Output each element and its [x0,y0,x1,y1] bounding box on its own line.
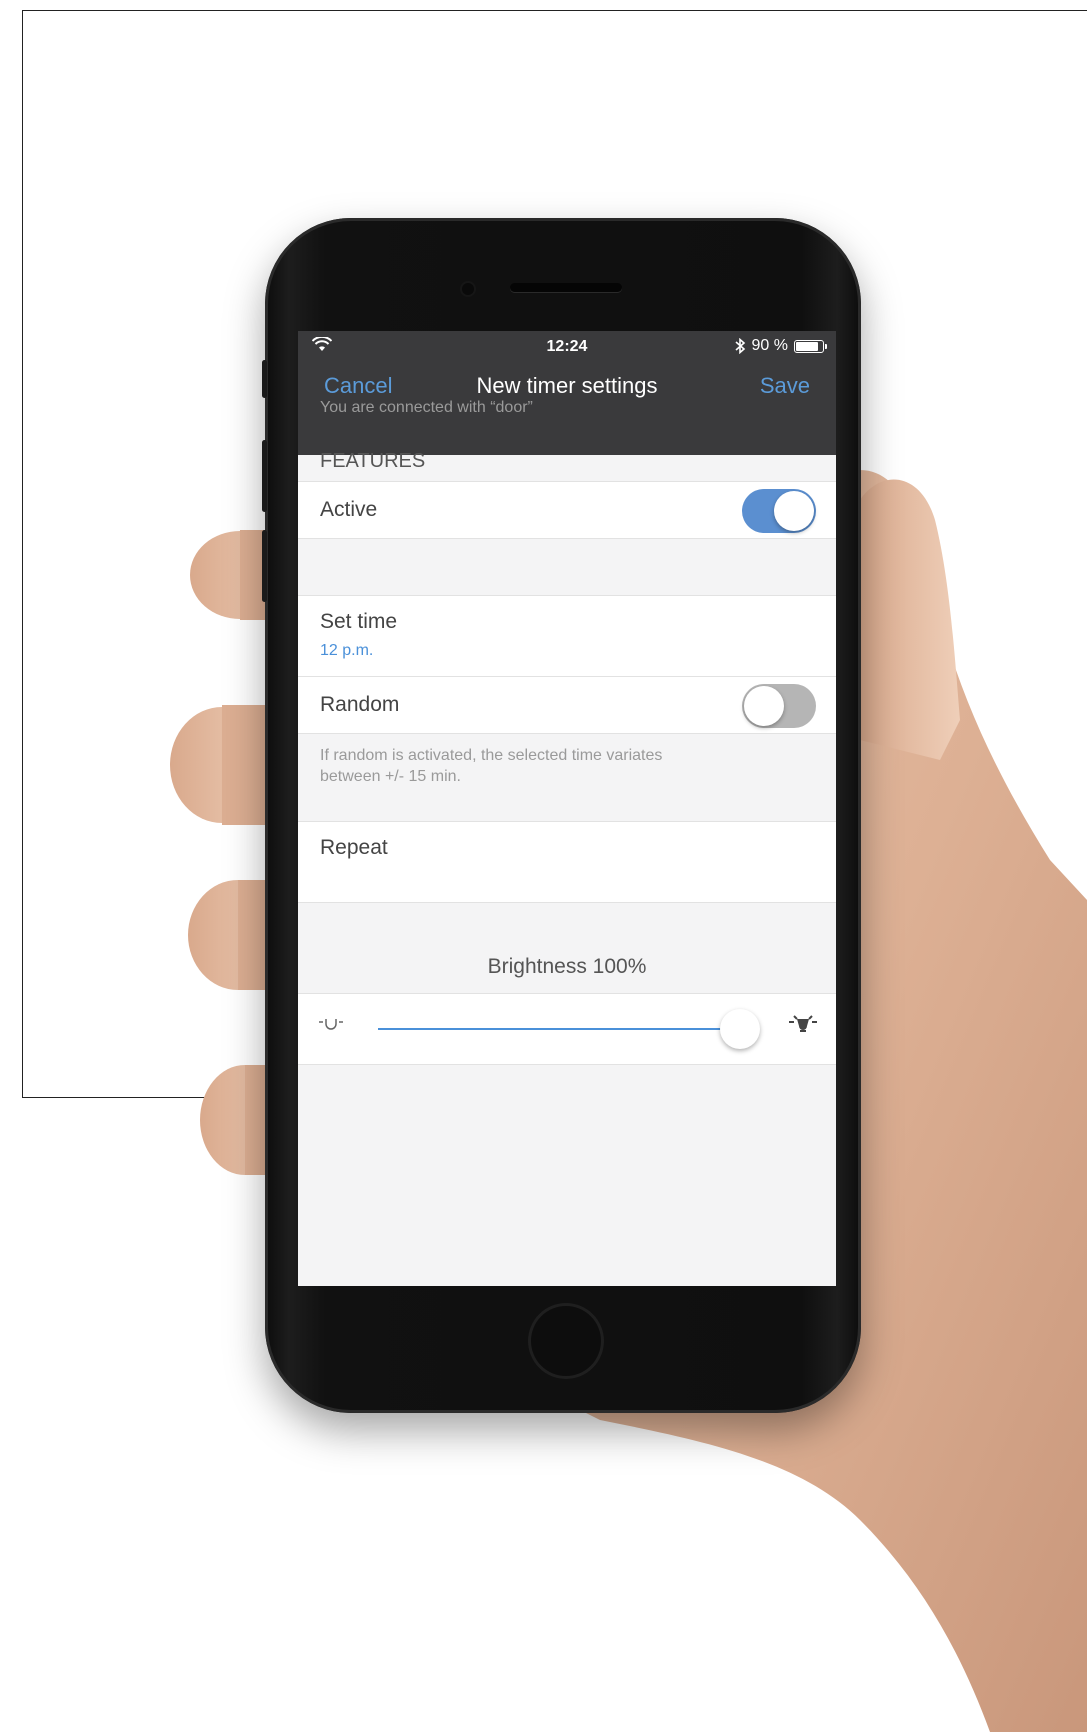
random-toggle[interactable] [742,684,816,728]
phone-screen: 12:24 90 % Cancel New timer settings Sav… [298,331,836,1286]
set-time-label: Set time [320,610,398,633]
random-note: If random is activated, the selected tim… [320,747,663,785]
bulb-dim-icon [318,1016,344,1037]
repeat-label: Repeat [320,836,388,859]
earpiece-speaker [510,283,622,292]
active-label: Active [320,498,378,521]
battery-percent: 90 % [751,337,788,354]
home-button[interactable] [528,1303,604,1379]
repeat-row[interactable]: Repeat [298,821,836,903]
brightness-slider-handle[interactable] [720,1009,760,1049]
front-camera [462,283,474,295]
brightness-slider-row [298,993,836,1065]
bulb-bright-icon [788,1014,818,1041]
random-row: Random [298,676,836,734]
bluetooth-icon [735,338,745,354]
volume-down-button [262,530,267,602]
status-bar: 12:24 90 % [298,331,836,363]
status-right: 90 % [734,337,827,355]
brightness-label: Brightness 100% [487,955,647,978]
save-button[interactable]: Save [760,373,810,399]
features-header: FEATURES [320,450,426,472]
connection-info: You are connected with “door” [320,399,533,416]
mute-switch [262,360,267,398]
page-title: New timer settings [476,373,658,398]
set-time-value: 12 p.m. [320,642,374,659]
active-row: Active [298,481,836,539]
set-time-row[interactable]: Set time 12 p.m. [298,595,836,677]
volume-up-button [262,440,267,512]
random-label: Random [320,693,400,716]
active-toggle[interactable] [742,489,816,533]
brightness-slider-track[interactable] [378,1028,744,1030]
battery-icon [794,339,827,353]
